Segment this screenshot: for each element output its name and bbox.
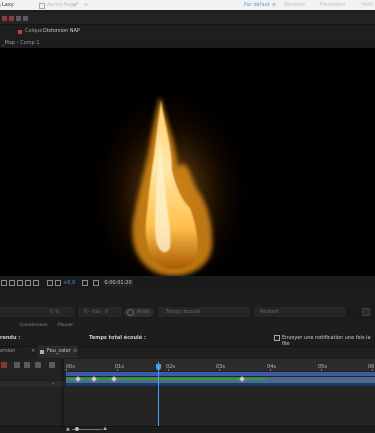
timeline-footer xyxy=(0,426,375,433)
workspace-review[interactable]: Révision xyxy=(284,2,305,8)
layer-label: Calque xyxy=(25,28,43,34)
grid-overlay-icon[interactable] xyxy=(9,280,15,286)
show-snapshot-icon[interactable] xyxy=(33,280,39,286)
tool-buttons xyxy=(2,16,34,22)
ruler-tick xyxy=(219,369,220,371)
render-label: rendu : xyxy=(0,335,21,341)
tab-version[interactable]: ersion xyxy=(0,348,15,354)
window-title: Laxy xyxy=(2,2,14,8)
elapsed-label: Temps écoulé xyxy=(166,309,201,315)
motion-blur-icon[interactable] xyxy=(24,362,30,368)
zoom-out-icon[interactable]: ▲ xyxy=(66,427,70,432)
layer-color-swatch xyxy=(18,30,22,34)
shy-layers-icon[interactable] xyxy=(1,362,7,368)
layer-panel xyxy=(0,359,63,433)
selection-tool-icon[interactable] xyxy=(2,16,7,21)
snap-label: Accrochage xyxy=(47,2,77,8)
close-tab-icon[interactable]: × xyxy=(31,348,35,354)
work-area-bar[interactable] xyxy=(66,372,375,376)
zoom-in-icon[interactable]: ⛰ xyxy=(103,427,107,432)
current-time-display[interactable]: 0:00:01:20 xyxy=(103,279,133,287)
ruler-tick xyxy=(372,369,373,371)
flame-render xyxy=(85,73,255,276)
tab-pauser[interactable]: Pauser xyxy=(58,323,73,328)
ruler-label-3: 03s xyxy=(216,364,225,370)
tab-conversions[interactable]: Conversions xyxy=(20,323,48,328)
zoom-slider-knob[interactable] xyxy=(75,427,79,431)
chevron-down-icon[interactable]: ⌄ xyxy=(51,380,55,386)
hand-tool-icon[interactable] xyxy=(9,16,14,21)
workspace-learning[interactable]: Formation xyxy=(320,2,345,8)
comp-color-swatch xyxy=(40,350,44,354)
layer-name[interactable]: Distorsion NAP xyxy=(43,28,80,34)
draft-3d-icon[interactable] xyxy=(49,362,55,368)
region-of-interest-icon[interactable] xyxy=(1,280,7,286)
lock-icon[interactable]: ı xyxy=(0,3,1,9)
ruler-tick xyxy=(321,369,322,371)
layer-track xyxy=(66,383,375,386)
ruler-label-4: 04s xyxy=(267,364,276,370)
graph-editor-icon[interactable] xyxy=(35,362,41,368)
render-panel-menu-icon[interactable] xyxy=(362,308,370,316)
composition-viewer[interactable] xyxy=(0,48,375,276)
snap-checkbox[interactable] xyxy=(39,3,45,9)
snap-grid-icon[interactable]: ⊹ xyxy=(84,2,88,8)
render-progress-field xyxy=(0,307,75,317)
color-settings-icon[interactable] xyxy=(55,280,61,286)
timeline-body[interactable] xyxy=(64,388,375,426)
playhead-line[interactable] xyxy=(158,362,159,426)
channel-icon[interactable] xyxy=(47,280,53,286)
render-tabs-row xyxy=(0,322,375,330)
tab-feu-color-label: Feu_color xyxy=(47,348,71,354)
workspace-small[interactable]: Petit xyxy=(362,2,373,8)
snapshot-icon[interactable] xyxy=(25,280,31,286)
camera-icon[interactable] xyxy=(82,280,88,286)
ruler-tick xyxy=(270,369,271,371)
snap-edges-icon[interactable]: ⤢ xyxy=(74,2,78,8)
remaining-label: Restant xyxy=(260,309,280,315)
show-channel-icon[interactable] xyxy=(93,280,99,286)
mask-visibility-icon[interactable] xyxy=(17,280,23,286)
workspace-menu-icon[interactable]: ≡ xyxy=(272,2,276,8)
ruler-tick xyxy=(168,369,169,371)
ruler-tick xyxy=(117,369,118,371)
notify-checkbox[interactable] xyxy=(274,335,280,341)
ruler-label-5: 05s xyxy=(318,364,327,370)
zoom-tool-icon[interactable] xyxy=(16,16,21,21)
breadcrumb[interactable]: _Map › Comp 1 xyxy=(2,40,40,46)
stop-render-button[interactable]: Arrêt xyxy=(124,308,154,317)
ruler-label-0: 00s xyxy=(66,364,75,370)
tab-menu-icon[interactable]: ≡ xyxy=(73,348,77,354)
frame-blend-icon[interactable] xyxy=(14,362,20,368)
rotate-tool-icon[interactable] xyxy=(23,16,28,21)
tools-toolbar xyxy=(0,13,375,25)
render-item-text: 0 - Ital - 0 xyxy=(84,309,109,315)
render-percent: 0 % xyxy=(50,309,60,315)
workspace-default[interactable]: Par défaut xyxy=(244,2,270,8)
elapsed-total-label: Temps total écoulé : xyxy=(89,335,146,341)
ruler-tick xyxy=(66,369,67,371)
exposure-value[interactable]: +0,0 xyxy=(63,280,75,286)
